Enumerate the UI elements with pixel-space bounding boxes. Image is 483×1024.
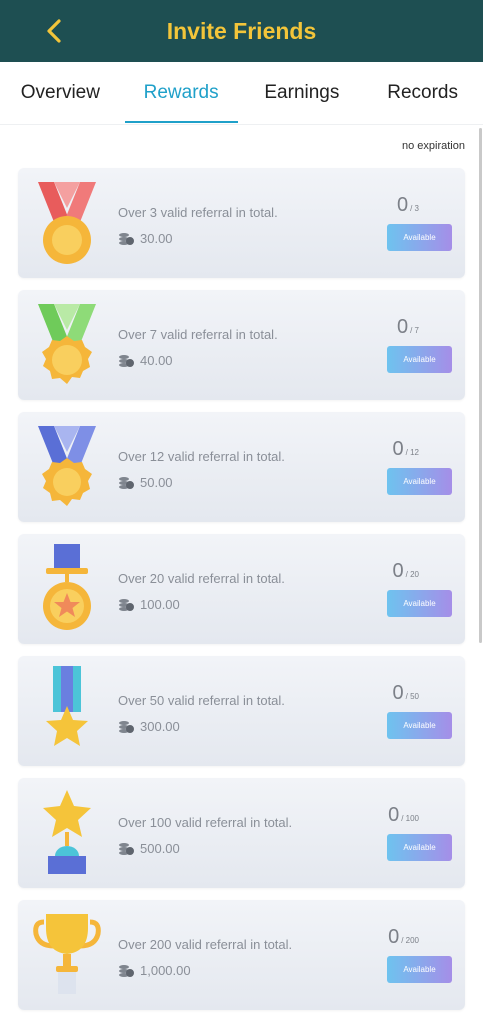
referral-progress: 0/ 20 xyxy=(393,560,419,583)
coin-icon xyxy=(119,232,134,245)
reward-amount: 1,000.00 xyxy=(118,963,191,978)
progress-current: 0 xyxy=(392,438,404,460)
reward-amount: 500.00 xyxy=(118,841,180,856)
progress-current: 0 xyxy=(396,316,409,338)
tab-rewards[interactable]: Rewards xyxy=(121,62,242,124)
app-header: Invite Friends xyxy=(0,0,483,62)
reward-amount-value: 40.00 xyxy=(140,353,173,368)
referral-progress: 0/ 3 xyxy=(397,194,419,217)
reward-amount: 40.00 xyxy=(118,353,173,368)
progress-current: 0 xyxy=(392,560,404,582)
reward-amount-value: 500.00 xyxy=(140,841,180,856)
reward-list: Over 3 valid referral in total. 30.00 0/… xyxy=(18,168,465,1022)
reward-card: Over 50 valid referral in total. 300.00 … xyxy=(18,656,465,766)
reward-card: Over 100 valid referral in total. 500.00… xyxy=(18,778,465,888)
reward-description: Over 50 valid referral in total. xyxy=(118,693,285,708)
reward-card: Over 7 valid referral in total. 40.00 0/… xyxy=(18,290,465,400)
page-title: Invite Friends xyxy=(166,17,317,44)
referral-progress: 0/ 100 xyxy=(388,804,419,827)
reward-amount: 100.00 xyxy=(118,597,180,612)
reward-amount-value: 100.00 xyxy=(140,597,180,612)
expiration-note: no expiration xyxy=(402,140,465,152)
referral-progress: 0/ 12 xyxy=(393,438,419,461)
coin-icon xyxy=(119,598,134,611)
green-ribbon-medal-icon xyxy=(38,304,96,384)
progress-current: 0 xyxy=(388,804,400,826)
progress-current: 0 xyxy=(388,926,400,948)
progress-total: / 12 xyxy=(405,448,419,457)
coin-icon xyxy=(119,354,134,367)
progress-total: / 3 xyxy=(410,204,419,213)
reward-amount: 30.00 xyxy=(118,231,173,246)
available-button[interactable]: Available xyxy=(387,956,452,983)
reward-card: Over 12 valid referral in total. 50.00 0… xyxy=(18,412,465,522)
scrollbar[interactable] xyxy=(479,128,482,643)
reward-amount: 300.00 xyxy=(118,719,180,734)
reward-card: Over 3 valid referral in total. 30.00 0/… xyxy=(18,168,465,278)
chevron-left-icon[interactable] xyxy=(42,17,68,45)
available-button[interactable]: Available xyxy=(387,468,452,495)
reward-description: Over 12 valid referral in total. xyxy=(118,449,285,464)
coin-icon xyxy=(119,964,134,977)
tab-records[interactable]: Records xyxy=(362,62,483,124)
coin-icon xyxy=(119,842,134,855)
star-trophy-icon xyxy=(43,790,91,874)
reward-amount-value: 300.00 xyxy=(140,719,180,734)
reward-description: Over 200 valid referral in total. xyxy=(118,937,293,952)
available-button[interactable]: Available xyxy=(387,346,452,373)
progress-total: / 7 xyxy=(410,326,419,335)
available-button[interactable]: Available xyxy=(387,712,452,739)
reward-amount: 50.00 xyxy=(118,475,173,490)
coin-icon xyxy=(119,476,134,489)
red-ribbon-medal-icon xyxy=(38,182,96,264)
tab-bar: Overview Rewards Earnings Records xyxy=(0,62,483,125)
referral-progress: 0/ 50 xyxy=(393,682,419,705)
available-button[interactable]: Available xyxy=(387,590,452,617)
progress-total: / 20 xyxy=(405,570,419,579)
gold-cup-trophy-icon xyxy=(33,914,101,994)
referral-progress: 0/ 200 xyxy=(388,926,419,949)
tab-earnings[interactable]: Earnings xyxy=(242,62,363,124)
coin-icon xyxy=(119,720,134,733)
reward-description: Over 7 valid referral in total. xyxy=(118,327,278,342)
reward-amount-value: 30.00 xyxy=(140,231,173,246)
available-button[interactable]: Available xyxy=(387,834,452,861)
progress-current: 0 xyxy=(396,194,409,216)
reward-description: Over 100 valid referral in total. xyxy=(118,815,293,830)
reward-amount-value: 1,000.00 xyxy=(140,963,191,978)
progress-total: / 100 xyxy=(401,814,419,823)
star-ribbon-icon xyxy=(46,666,88,746)
referral-progress: 0/ 7 xyxy=(397,316,419,339)
blue-ribbon-medal-icon xyxy=(38,426,96,506)
tab-overview[interactable]: Overview xyxy=(0,62,121,124)
available-button[interactable]: Available xyxy=(387,224,452,251)
reward-card: Over 20 valid referral in total. 100.00 … xyxy=(18,534,465,644)
reward-card: Over 200 valid referral in total. 1,000.… xyxy=(18,900,465,1010)
progress-total: / 200 xyxy=(401,936,419,945)
progress-total: / 50 xyxy=(405,692,419,701)
reward-description: Over 20 valid referral in total. xyxy=(118,571,285,586)
progress-current: 0 xyxy=(392,682,404,704)
reward-amount-value: 50.00 xyxy=(140,475,173,490)
star-medal-icon xyxy=(43,544,91,630)
reward-description: Over 3 valid referral in total. xyxy=(118,205,278,220)
